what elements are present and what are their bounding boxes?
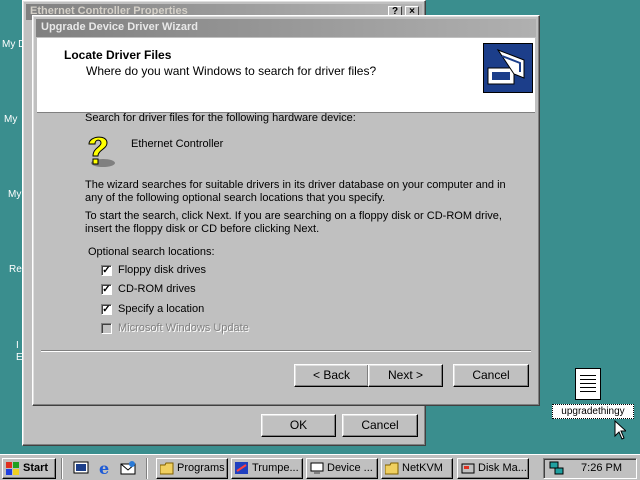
svg-text:e: e	[99, 460, 109, 476]
network-tray-icon[interactable]	[549, 461, 565, 479]
wizard-header: Locate Driver Files Where do you want Wi…	[37, 38, 535, 113]
instruction-line-1: To start the search, click Next. If you …	[85, 210, 502, 222]
optional-locations-label: Optional search locations:	[88, 246, 215, 258]
task-device-manager[interactable]: Device ...	[306, 458, 378, 479]
disk-management-icon	[461, 462, 475, 475]
back-button[interactable]: < Back	[294, 364, 369, 387]
desktop-icon-label-recycle-bin[interactable]: Re	[9, 264, 22, 275]
instruction-line-2: insert the floppy disk or CD before clic…	[85, 223, 320, 235]
device-name: Ethernet Controller	[131, 138, 224, 150]
task-programs-label: Programs	[177, 462, 225, 474]
description-line-1: The wizard searches for suitable drivers…	[85, 179, 506, 191]
wizard-header-graphic-icon	[483, 43, 533, 93]
header-title: Locate Driver Files	[64, 48, 172, 62]
next-button[interactable]: Next >	[368, 364, 443, 387]
cdrom-checkbox[interactable]: ✓	[101, 284, 112, 295]
task-programs[interactable]: Programs	[156, 458, 228, 479]
file-icon-label: upgradethingy	[552, 404, 634, 419]
task-disk-management-label: Disk Ma...	[478, 462, 527, 474]
cdrom-label[interactable]: CD-ROM drives	[118, 283, 196, 295]
task-trumpet[interactable]: Trumpe...	[231, 458, 303, 479]
cancel-button[interactable]: Cancel	[453, 364, 529, 387]
task-disk-management[interactable]: Disk Ma...	[457, 458, 529, 479]
floppy-label[interactable]: Floppy disk drives	[118, 264, 206, 276]
device-manager-icon	[310, 462, 324, 475]
start-button[interactable]: Start	[2, 458, 56, 479]
internet-explorer-icon[interactable]: e	[97, 459, 114, 478]
task-trumpet-label: Trumpe...	[252, 462, 299, 474]
outlook-express-icon[interactable]	[120, 460, 137, 476]
task-device-manager-label: Device ...	[327, 462, 373, 474]
upgradethingy-file[interactable]: upgradethingy	[552, 368, 634, 419]
windows-update-label: Microsoft Windows Update	[118, 322, 249, 334]
wizard-titlebar[interactable]: Upgrade Device Driver Wizard	[36, 19, 536, 37]
taskbar-separator	[61, 458, 63, 479]
windows-logo-icon	[6, 462, 20, 475]
question-mark-device-icon	[83, 133, 117, 169]
start-label: Start	[23, 462, 49, 474]
properties-ok-button[interactable]: OK	[261, 414, 336, 437]
clock[interactable]: 7:26 PM	[581, 462, 622, 474]
specify-location-checkbox[interactable]: ✓	[101, 304, 112, 315]
folder-icon	[159, 462, 174, 475]
description-line-2: any of the following optional search loc…	[85, 192, 386, 204]
taskbar-separator-2	[146, 458, 148, 479]
mouse-pointer-icon	[614, 419, 628, 443]
taskbar: Start e Programs Trumpe... Device ... Ne…	[0, 454, 640, 480]
task-netkvm-label: NetKVM	[402, 462, 443, 474]
desktop-icon-label-my-network[interactable]: My	[8, 189, 21, 200]
header-subtitle: Where do you want Windows to search for …	[86, 64, 377, 78]
text-document-icon	[575, 368, 601, 400]
trumpet-icon	[235, 462, 249, 475]
specify-location-label[interactable]: Specify a location	[118, 303, 204, 315]
properties-cancel-button[interactable]: Cancel	[342, 414, 418, 437]
task-netkvm[interactable]: NetKVM	[381, 458, 453, 479]
desktop-icon-label-my-computer[interactable]: My	[4, 114, 17, 125]
upgrade-driver-wizard: Upgrade Device Driver Wizard Locate Driv…	[32, 15, 540, 406]
folder-icon	[384, 462, 399, 475]
show-desktop-icon[interactable]	[73, 460, 90, 476]
system-tray: 7:26 PM	[543, 458, 637, 479]
windows-update-checkbox	[101, 323, 112, 334]
search-prompt: Search for driver files for the followin…	[85, 112, 356, 124]
wizard-separator	[41, 350, 531, 352]
desktop-icon-label-internet-explorer[interactable]: I	[16, 340, 19, 351]
wizard-title: Upgrade Device Driver Wizard	[41, 21, 199, 33]
floppy-checkbox[interactable]: ✓	[101, 265, 112, 276]
